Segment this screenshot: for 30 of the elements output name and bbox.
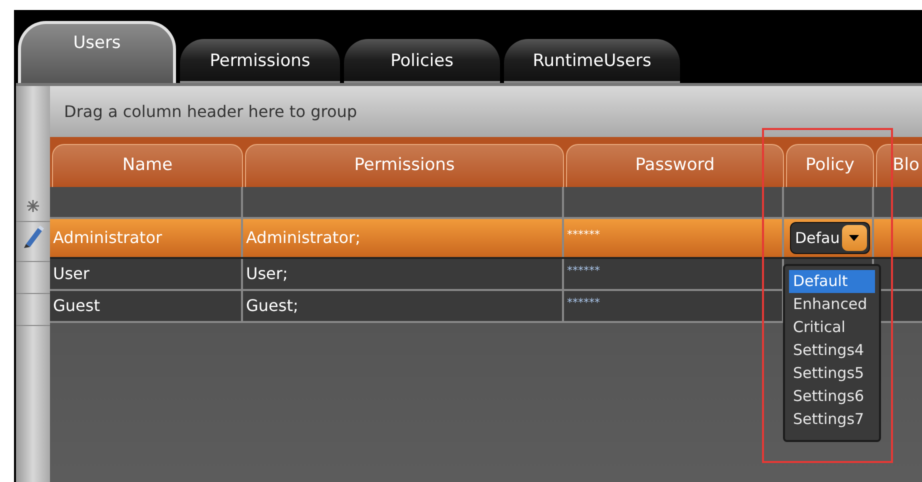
new-row-icon	[26, 198, 40, 212]
table-cell-text: ******	[567, 262, 600, 279]
dropdown-option[interactable]: Settings7	[789, 408, 875, 431]
group-panel-hint: Drag a column header here to group	[64, 100, 358, 122]
column-header[interactable]: Name	[52, 144, 243, 187]
dropdown-option[interactable]: Settings5	[789, 362, 875, 385]
tab[interactable]: Users	[18, 21, 176, 83]
tab[interactable]: Policies	[344, 39, 500, 83]
column-header[interactable]: Policy	[786, 144, 874, 187]
tab[interactable]: RuntimeUsers	[504, 39, 680, 83]
table-cell-text: Administrator;	[246, 227, 360, 249]
policy-combobox[interactable]: Defau	[790, 222, 870, 254]
table-cell-text: ******	[567, 294, 600, 311]
table-cell-text: User	[53, 263, 90, 285]
table-cell-text: User;	[246, 263, 288, 285]
dropdown-option[interactable]: Default	[789, 270, 875, 293]
table-cell-text: Guest;	[246, 295, 298, 317]
new-row[interactable]	[50, 187, 922, 219]
column-header[interactable]: Password	[566, 144, 784, 187]
table-row[interactable]: Administrator Administrator; ****** Defau	[50, 219, 922, 259]
table-cell-text: ******	[567, 226, 600, 243]
caret-icon	[849, 235, 860, 241]
dropdown-option[interactable]: Enhanced	[789, 293, 875, 316]
table-cell-text: Administrator	[53, 227, 162, 249]
tab[interactable]: Permissions	[180, 39, 340, 83]
dropdown-option[interactable]: Settings4	[789, 339, 875, 362]
column-header[interactable]: Permissions	[245, 144, 564, 187]
column-header[interactable]: Blo	[876, 144, 922, 187]
dropdown-option[interactable]: Settings6	[789, 385, 875, 408]
table-cell-text: Guest	[53, 295, 100, 317]
